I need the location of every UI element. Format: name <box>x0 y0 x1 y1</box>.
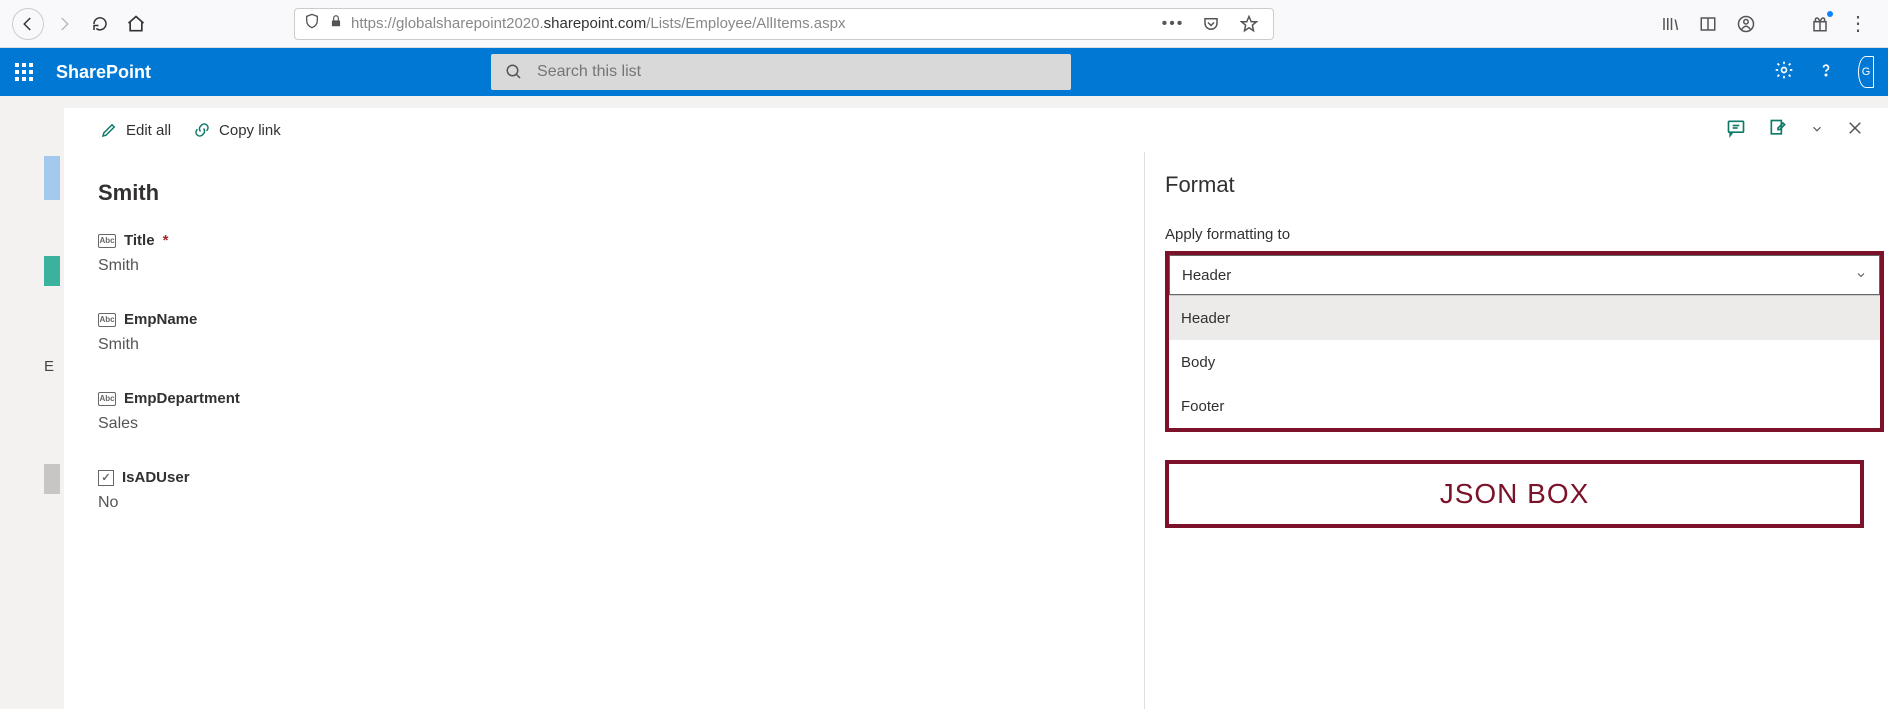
form-left: Smith Abc Title * Smith Abc EmpName Smit… <box>64 152 1144 709</box>
rail-item-2[interactable] <box>44 256 60 286</box>
pocket-icon[interactable] <box>1201 14 1221 34</box>
lock-icon <box>327 14 345 33</box>
dropdown-list: Header Body Footer <box>1169 295 1880 428</box>
sharepoint-title: SharePoint <box>56 62 151 83</box>
left-rail: E <box>0 96 64 709</box>
form-title: Smith <box>98 180 1110 206</box>
text-type-icon: Abc <box>98 392 116 406</box>
command-bar: Edit all Copy link <box>64 108 1888 152</box>
edit-all-button[interactable]: Edit all <box>100 121 171 139</box>
apply-formatting-dropdown-highlight: Header Header Body Footer <box>1165 251 1884 432</box>
apply-formatting-label: Apply formatting to <box>1165 226 1888 243</box>
field-value: Sales <box>98 415 1110 433</box>
url-text: https://globalsharepoint2020.sharepoint.… <box>351 15 845 32</box>
item-panel: Edit all Copy link Smith <box>64 108 1888 709</box>
field-value: Smith <box>98 257 1110 275</box>
star-icon[interactable] <box>1239 14 1259 34</box>
field-label: EmpDepartment <box>124 390 240 407</box>
format-pane: Format Apply formatting to Header Header… <box>1144 152 1888 709</box>
kebab-icon[interactable]: ⋮ <box>1848 14 1868 34</box>
format-title: Format <box>1165 172 1888 198</box>
dropdown-option-footer[interactable]: Footer <box>1169 384 1880 428</box>
field-value: Smith <box>98 336 1110 354</box>
text-type-icon: Abc <box>98 313 116 327</box>
forward-button[interactable] <box>48 8 80 40</box>
more-icon[interactable]: ••• <box>1163 14 1183 34</box>
bool-type-icon: ✓ <box>98 470 114 486</box>
dropdown-option-header[interactable]: Header <box>1169 296 1880 340</box>
field-value: No <box>98 494 1110 512</box>
sidebar-icon[interactable] <box>1698 14 1718 34</box>
dropdown-selected: Header <box>1182 267 1231 284</box>
browser-toolbar: https://globalsharepoint2020.sharepoint.… <box>0 0 1888 48</box>
field-label: EmpName <box>124 311 197 328</box>
field-label: Title <box>124 232 155 249</box>
rail-item-1[interactable] <box>44 156 60 200</box>
form-edit-icon[interactable] <box>1768 118 1788 143</box>
apply-formatting-select[interactable]: Header <box>1169 255 1880 295</box>
dropdown-option-body[interactable]: Body <box>1169 340 1880 384</box>
shield-icon <box>303 13 321 34</box>
edit-all-label: Edit all <box>126 122 171 139</box>
back-button[interactable] <box>12 8 44 40</box>
home-button[interactable] <box>120 8 152 40</box>
library-icon[interactable] <box>1660 14 1680 34</box>
field-empname: Abc EmpName Smith <box>98 311 1110 354</box>
json-box[interactable]: JSON BOX <box>1165 460 1864 528</box>
comment-icon[interactable] <box>1726 118 1746 143</box>
link-icon <box>193 121 211 139</box>
url-bar[interactable]: https://globalsharepoint2020.sharepoint.… <box>294 8 1274 40</box>
rail-item-3[interactable] <box>44 464 60 494</box>
reload-button[interactable] <box>84 8 116 40</box>
search-box[interactable] <box>491 54 1071 90</box>
sharepoint-header: SharePoint G <box>0 48 1888 96</box>
search-input[interactable] <box>537 63 1057 81</box>
close-icon[interactable] <box>1846 119 1864 142</box>
gift-icon[interactable] <box>1810 14 1830 34</box>
text-type-icon: Abc <box>98 234 116 248</box>
chevron-down-icon <box>1855 269 1867 281</box>
copy-link-label: Copy link <box>219 122 281 139</box>
field-isaduser: ✓ IsADUser No <box>98 469 1110 512</box>
pencil-icon <box>100 121 118 139</box>
app-launcher-icon[interactable] <box>0 48 48 96</box>
account-icon[interactable] <box>1736 14 1756 34</box>
field-empdepartment: Abc EmpDepartment Sales <box>98 390 1110 433</box>
copy-link-button[interactable]: Copy link <box>193 121 281 139</box>
avatar[interactable]: G <box>1858 56 1874 88</box>
search-icon <box>505 63 523 81</box>
help-icon[interactable] <box>1816 60 1836 85</box>
rail-item-label[interactable]: E <box>44 358 54 375</box>
required-marker: * <box>163 232 169 249</box>
settings-icon[interactable] <box>1774 60 1794 85</box>
browser-right-icons: ⋮ <box>1660 14 1878 34</box>
chevron-down-icon[interactable] <box>1810 120 1824 141</box>
field-label: IsADUser <box>122 469 190 486</box>
field-title: Abc Title * Smith <box>98 232 1110 275</box>
